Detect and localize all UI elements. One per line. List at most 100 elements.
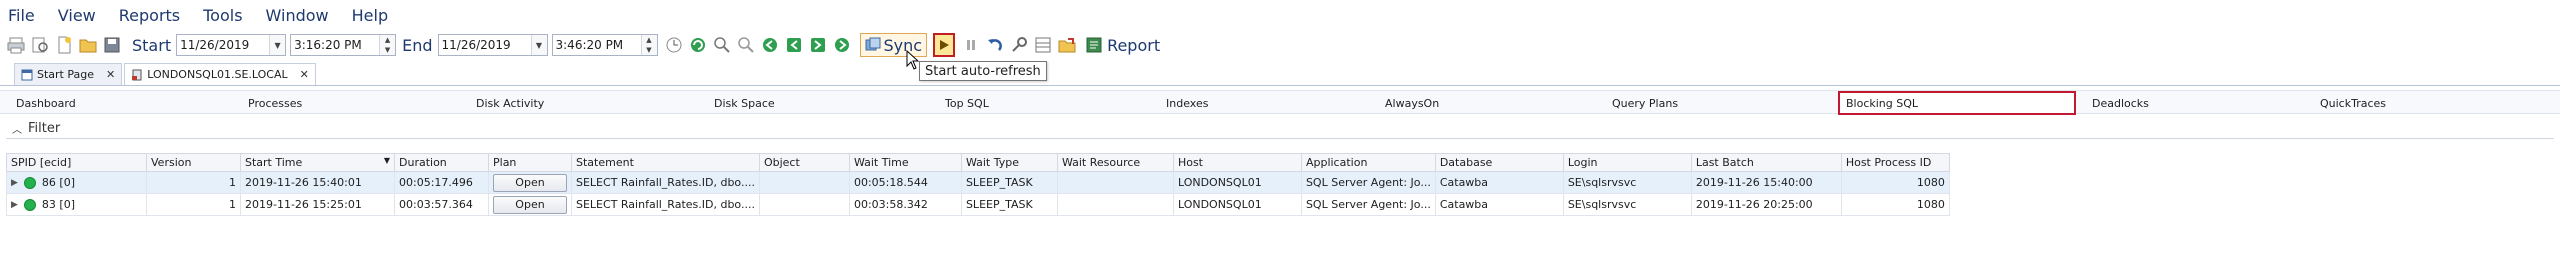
settings-tool-icon[interactable] <box>1009 35 1029 55</box>
tab-server-label: LONDONSQL01.SE.LOCAL <box>147 68 288 81</box>
start-auto-refresh-button[interactable] <box>933 33 956 57</box>
sort-desc-icon: ▼ <box>383 156 390 165</box>
status-running-icon <box>23 199 36 211</box>
spin-up-icon[interactable]: ▲ <box>380 35 396 45</box>
tab-dashboard[interactable]: Dashboard <box>16 91 76 115</box>
tab-start-page[interactable]: Start Page ✕ <box>14 63 123 85</box>
cell-start-time: 2019-11-26 15:25:01 <box>240 193 395 216</box>
cell-wait-resource <box>1056 171 1174 194</box>
blocking-sql-grid: SPID [ecid] Version Start Time ▼ Duration… <box>6 153 1950 216</box>
table-row[interactable]: ▶ 86 [0] 1 2019-11-26 15:40:01 00:05:17.4… <box>6 171 1950 194</box>
cell-duration: 00:03:57.364 <box>394 193 489 216</box>
start-time-spinner[interactable]: 3:16:20 PM ▲ ▼ <box>290 34 397 56</box>
col-version[interactable]: Version <box>146 153 241 172</box>
tab-alwayson[interactable]: AlwaysOn <box>1385 91 1439 115</box>
tab-query-plans[interactable]: Query Plans <box>1612 91 1678 115</box>
forward-icon[interactable] <box>832 35 852 55</box>
col-spid[interactable]: SPID [ecid] <box>6 153 147 172</box>
tab-quicktraces[interactable]: QuickTraces <box>2320 91 2386 115</box>
back-icon[interactable] <box>760 35 780 55</box>
col-wait-resource[interactable]: Wait Resource <box>1056 153 1174 172</box>
open-plan-button[interactable]: Open <box>493 195 567 214</box>
spin-up-icon[interactable]: ▲ <box>641 35 657 45</box>
col-database[interactable]: Database <box>1434 153 1564 172</box>
open-plan-button[interactable]: Open <box>493 173 567 192</box>
undo-icon[interactable] <box>985 35 1005 55</box>
menu-bar: File View Reports Tools Window Help <box>0 0 2560 30</box>
end-date-picker[interactable]: 11/26/2019 ▼ <box>437 34 548 56</box>
end-time-spinner[interactable]: 3:46:20 PM ▲ ▼ <box>551 34 658 56</box>
tab-deadlocks[interactable]: Deadlocks <box>2092 91 2149 115</box>
close-icon[interactable]: ✕ <box>300 68 309 81</box>
cell-database: Catawba <box>1434 193 1564 216</box>
menu-reports[interactable]: Reports <box>117 4 182 27</box>
col-wait-type[interactable]: Wait Type <box>960 153 1058 172</box>
report-button[interactable]: Report <box>1085 36 1160 55</box>
tab-blocking-sql[interactable]: Blocking SQL <box>1838 91 2076 115</box>
col-plan[interactable]: Plan <box>488 153 572 172</box>
col-statement[interactable]: Statement <box>571 153 760 172</box>
menu-view[interactable]: View <box>56 4 98 27</box>
zoom-out-icon[interactable] <box>736 35 756 55</box>
col-object[interactable]: Object <box>758 153 850 172</box>
clock-icon[interactable] <box>664 35 684 55</box>
cell-host-process-id: 1080 <box>1840 193 1950 216</box>
spin-down-icon[interactable]: ▼ <box>641 45 657 55</box>
chevron-down-icon[interactable]: ▼ <box>530 35 547 55</box>
close-icon[interactable]: ✕ <box>106 68 115 81</box>
new-icon[interactable] <box>54 35 74 55</box>
table-row[interactable]: ▶ 83 [0] 1 2019-11-26 15:25:01 00:03:57.3… <box>6 193 1950 216</box>
cell-statement: SELECT Rainfall_Rates.ID, dbo.... <box>571 193 760 216</box>
col-login[interactable]: Login <box>1562 153 1692 172</box>
grid-header-row: SPID [ecid] Version Start Time ▼ Duration… <box>6 153 1950 172</box>
menu-tools[interactable]: Tools <box>201 4 244 27</box>
expand-row-icon[interactable]: ▶ <box>11 200 18 210</box>
tab-processes[interactable]: Processes <box>248 91 302 115</box>
sync-icon <box>865 37 880 51</box>
server-icon <box>132 69 142 80</box>
tab-start-page-label: Start Page <box>37 68 94 81</box>
print-preview-icon[interactable] <box>30 35 50 55</box>
spin-down-icon[interactable]: ▼ <box>380 45 396 55</box>
cell-last-batch: 2019-11-26 15:40:00 <box>1690 171 1842 194</box>
last-icon[interactable] <box>808 35 828 55</box>
report-icon <box>1086 37 1102 53</box>
chevron-up-icon[interactable]: ︿ <box>12 121 22 136</box>
filter-panel-header[interactable]: ︿ Filter <box>6 119 2554 139</box>
tab-top-sql[interactable]: Top SQL <box>945 91 989 115</box>
tab-server[interactable]: LONDONSQL01.SE.LOCAL ✕ <box>124 63 316 85</box>
end-date-value: 11/26/2019 <box>441 38 511 52</box>
cell-spid: 86 [0] <box>41 176 75 189</box>
function-tab-strip: Dashboard Processes Disk Activity Disk S… <box>0 90 2560 115</box>
chevron-down-icon[interactable]: ▼ <box>269 35 286 55</box>
menu-help[interactable]: Help <box>350 4 390 27</box>
expand-row-icon[interactable]: ▶ <box>11 178 18 188</box>
tab-indexes[interactable]: Indexes <box>1166 91 1208 115</box>
cell-login: SE\sqlsrvsvc <box>1562 171 1692 194</box>
server-list-icon[interactable] <box>1033 35 1053 55</box>
end-label: End <box>402 35 433 55</box>
menu-file[interactable]: File <box>6 4 37 27</box>
first-icon[interactable] <box>784 35 804 55</box>
zoom-in-icon[interactable] <box>712 35 732 55</box>
export-folder-icon[interactable] <box>1057 35 1077 55</box>
col-wait-time[interactable]: Wait Time <box>848 153 962 172</box>
col-application[interactable]: Application <box>1300 153 1436 172</box>
refresh-green-icon[interactable] <box>688 35 708 55</box>
col-host[interactable]: Host <box>1172 153 1302 172</box>
cell-login: SE\sqlsrvsvc <box>1562 193 1692 216</box>
col-duration[interactable]: Duration <box>394 153 489 172</box>
save-icon[interactable] <box>102 35 122 55</box>
start-date-picker[interactable]: 11/26/2019 ▼ <box>176 34 287 56</box>
pause-icon[interactable] <box>961 35 981 55</box>
cell-host: LONDONSQL01 <box>1172 171 1302 194</box>
col-start-time[interactable]: Start Time ▼ <box>240 153 395 172</box>
col-host-process-id[interactable]: Host Process ID <box>1840 153 1950 172</box>
cell-version: 1 <box>146 193 241 216</box>
menu-window[interactable]: Window <box>264 4 331 27</box>
open-folder-icon[interactable] <box>78 35 98 55</box>
col-last-batch[interactable]: Last Batch <box>1690 153 1842 172</box>
tab-disk-space[interactable]: Disk Space <box>714 91 775 115</box>
print-icon[interactable] <box>6 35 26 55</box>
tab-disk-activity[interactable]: Disk Activity <box>476 91 544 115</box>
